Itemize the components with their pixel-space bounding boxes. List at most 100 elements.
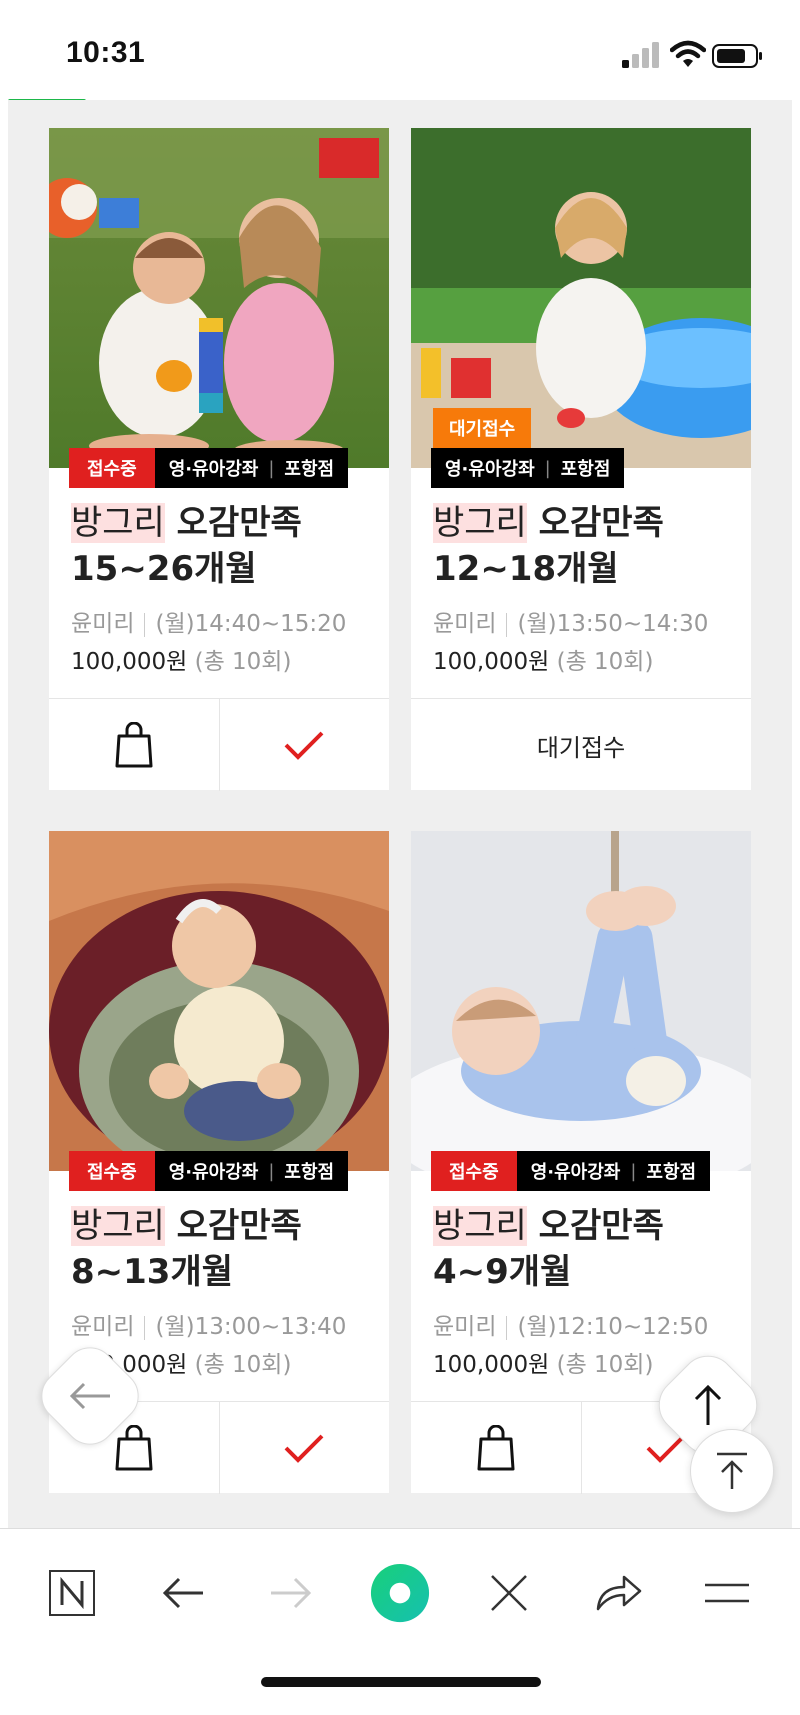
status-badge: 접수중 [69,1151,155,1191]
course-title[interactable]: 방그리 오감만족 8~13개월 [71,1203,371,1295]
title-rest: 오감만족 [164,1206,302,1246]
title-highlight: 방그리 [433,1206,527,1246]
title-rest: 오감만족 [526,1206,664,1246]
menu-icon [705,1583,749,1603]
share-button[interactable] [588,1563,648,1623]
session-count: (총 10회) [556,1352,654,1378]
category-badge: 영·유아강좌 | 포항점 [154,1151,349,1191]
menu-button[interactable] [697,1563,757,1623]
course-tags: 접수중 영·유아강좌 | 포항점 [431,1151,711,1191]
course-meta: 윤미리 (월)13:00~13:40 [71,1307,346,1341]
status-time: 10:31 [66,36,146,69]
schedule: (월)12:10~12:50 [517,1314,709,1340]
arrow-left-icon [69,1382,110,1410]
category-label: 영·유아강좌 [530,1162,621,1183]
course-price: 100,000원 (총 10회) [433,642,653,676]
instructor: 윤미리 [433,1314,497,1340]
title-highlight: 방그리 [71,1206,165,1246]
course-image [49,831,389,1171]
schedule: (월)13:00~13:40 [155,1314,347,1340]
course-tags: 영·유아강좌 | 포항점 [431,448,625,488]
title-highlight: 방그리 [71,503,165,543]
arrow-up-icon [694,1384,722,1425]
category-badge: 영·유아강좌 | 포항점 [516,1151,711,1191]
card-actions [49,698,389,791]
course-card[interactable]: 대기접수 영·유아강좌 | 포항점 방그리 오감만족 12~18개월 윤미리 (월)1… [411,128,751,790]
title-highlight: 방그리 [433,503,527,543]
scroll-top-icon [717,1452,747,1489]
schedule: (월)14:40~15:20 [155,611,347,637]
course-title[interactable]: 방그리 오감만족 12~18개월 [433,500,733,592]
signal-icon [622,42,659,68]
title-age: 4~9개월 [433,1252,572,1292]
course-meta: 윤미리 (월)14:40~15:20 [71,604,346,638]
green-dot-icon [370,1563,430,1623]
category-badge: 영·유아강좌 | 포항점 [154,448,349,488]
select-button[interactable] [218,1402,390,1494]
course-meta: 윤미리 (월)12:10~12:50 [433,1307,708,1341]
instructor: 윤미리 [71,611,135,637]
naver-home-icon [49,1570,95,1616]
category-badge: 영·유아강좌 | 포항점 [431,448,625,488]
course-meta: 윤미리 (월)13:50~14:30 [433,604,708,638]
close-icon [491,1575,527,1611]
course-title[interactable]: 방그리 오감만족 4~9개월 [433,1203,733,1295]
share-icon [596,1575,642,1611]
category-label: 영·유아강좌 [168,1162,259,1183]
course-tags: 접수중 영·유아강좌 | 포항점 [69,448,349,488]
shopping-bag-icon [115,1425,153,1471]
checkmark-icon [284,1434,324,1463]
branch-label: 포항점 [284,1162,335,1183]
cart-button[interactable] [411,1402,581,1494]
title-age: 12~18개월 [433,549,619,589]
browser-forward-button[interactable] [261,1563,321,1623]
shopping-bag-icon [477,1425,515,1471]
close-tab-button[interactable] [479,1563,539,1623]
wifi-icon [670,40,706,67]
scroll-top-button[interactable] [690,1429,774,1513]
course-image [411,831,751,1171]
battery-icon [712,44,762,68]
course-image [49,128,389,468]
course-card[interactable]: 접수중 영·유아강좌 | 포항점 방그리 오감만족 15~26개월 윤미리 (월)14… [49,128,389,791]
home-indicator [261,1677,541,1687]
price-value: 100,000원 [71,649,188,675]
waitlist-button[interactable]: 대기접수 [411,699,751,791]
course-list: 접수중 영·유아강좌 | 포항점 방그리 오감만족 15~26개월 윤미리 (월)14… [8,100,792,1528]
status-bar: 10:31 [0,0,800,100]
browser-back-button[interactable] [153,1563,213,1623]
price-value: 100,000원 [433,649,550,675]
course-price: 100,000원 (총 10회) [433,1345,653,1379]
status-badge: 접수중 [69,448,155,488]
branch-label: 포항점 [560,459,611,480]
naver-home-button[interactable] [42,1563,102,1623]
course-price: 100,000원 (총 10회) [71,642,291,676]
instructor: 윤미리 [433,611,497,637]
category-label: 영·유아강좌 [445,459,535,480]
wait-badge: 대기접수 [433,408,532,448]
branch-label: 포항점 [284,459,335,480]
session-count: (총 10회) [194,1352,292,1378]
title-age: 8~13개월 [71,1252,234,1292]
status-badge: 접수중 [431,1151,517,1191]
price-value: 100,000원 [433,1352,550,1378]
title-rest: 오감만족 [164,503,302,543]
schedule: (월)13:50~14:30 [517,611,709,637]
back-arrow-icon [162,1577,203,1609]
instructor: 윤미리 [71,1314,135,1340]
course-tags: 접수중 영·유아강좌 | 포항점 [69,1151,349,1191]
checkmark-icon [284,731,324,760]
green-action-button[interactable] [370,1563,430,1623]
session-count: (총 10회) [556,649,654,675]
select-button[interactable] [218,699,390,791]
shopping-bag-icon [115,722,153,768]
branch-label: 포항점 [646,1162,697,1183]
forward-arrow-icon [271,1577,312,1609]
category-label: 영·유아강좌 [168,459,259,480]
cart-button[interactable] [49,699,219,791]
course-title[interactable]: 방그리 오감만족 15~26개월 [71,500,371,592]
title-rest: 오감만족 [526,503,664,543]
title-age: 15~26개월 [71,549,257,589]
session-count: (총 10회) [194,649,292,675]
card-actions: 대기접수 [411,698,751,791]
